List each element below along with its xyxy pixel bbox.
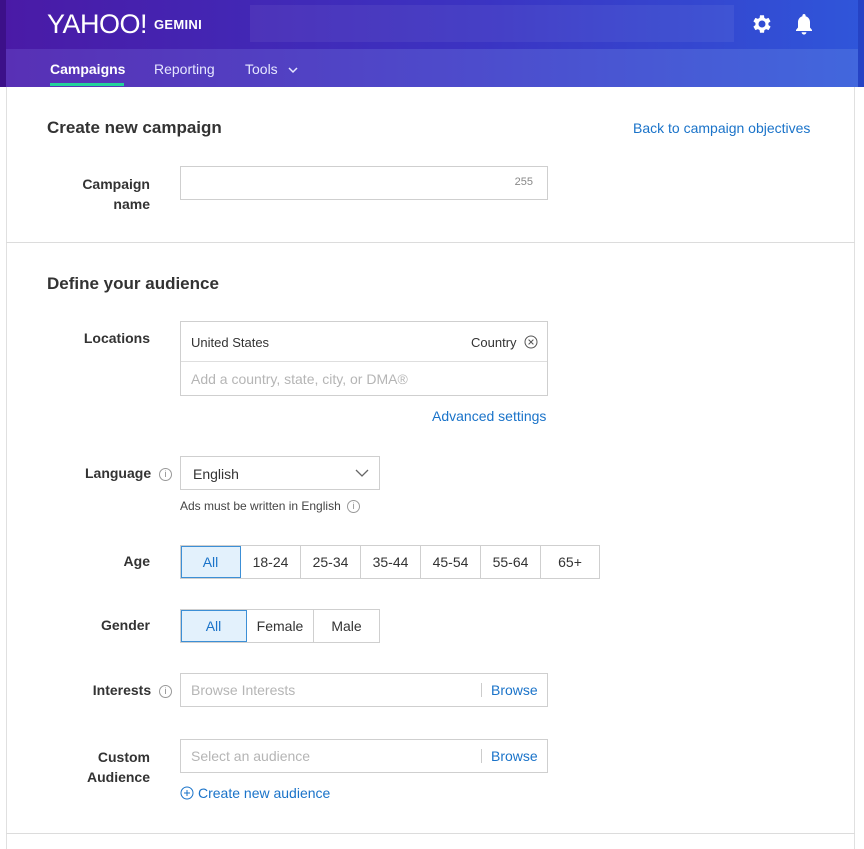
gender-segmented-control: All Female Male [180,609,380,643]
info-icon[interactable]: i [347,500,361,513]
chevron-down-icon [288,67,298,74]
interests-browse-button[interactable]: Browse [491,682,538,698]
interests-label-group: Interests i [60,682,172,698]
nav-reporting[interactable]: Reporting [154,61,215,77]
header-right-edge [858,0,864,87]
locations-box: United States Country Add a country, sta… [180,321,548,396]
nav-tools[interactable]: Tools [245,61,298,77]
age-option-35-44[interactable]: 35-44 [361,546,421,578]
section-title-create-campaign: Create new campaign [47,118,222,137]
sub-navigation: Campaigns Reporting Tools [6,49,858,87]
interests-input[interactable]: Browse Interests Browse [180,673,548,707]
custom-audience-input[interactable]: Select an audience Browse [180,739,548,773]
bell-icon[interactable] [791,11,817,37]
custom-audience-label-line2: Audience [86,769,150,785]
gender-label: Gender [100,617,150,633]
age-option-65-plus[interactable]: 65+ [541,546,599,578]
info-icon[interactable]: i [159,685,172,698]
custom-audience-placeholder: Select an audience [191,748,311,764]
campaign-name-char-counter: 255 [514,176,533,188]
gender-option-male[interactable]: Male [314,610,379,642]
age-option-55-64[interactable]: 55-64 [481,546,541,578]
active-tab-indicator [50,83,124,86]
location-selected-type: Country [471,335,517,350]
top-header: YAHOO! GEMINI Campaigns Reporting Tools [0,0,864,87]
remove-location-icon[interactable] [524,335,538,354]
locations-label: Locations [83,330,150,346]
section-title-define-audience: Define your audience [47,274,219,293]
info-icon[interactable]: i [159,468,172,481]
language-label-group: Language i [60,465,172,481]
section-divider [6,833,855,834]
yahoo-logo[interactable]: YAHOO! [47,9,148,40]
custom-audience-label-line1: Custom [97,749,150,765]
age-label: Age [123,553,150,569]
create-new-audience-link[interactable]: Create new audience [180,785,330,801]
gender-option-female[interactable]: Female [247,610,314,642]
language-note-text: Ads must be written in English [180,499,341,513]
interests-placeholder: Browse Interests [191,682,296,698]
browse-separator [481,683,482,697]
language-note: Ads must be written in English i [180,499,361,513]
plus-circle-icon [180,786,194,800]
age-option-18-24[interactable]: 18-24 [241,546,301,578]
campaign-name-label: Campaign name [60,174,150,214]
location-search-input[interactable]: Add a country, state, city, or DMA® [191,371,408,387]
browse-separator [481,749,482,763]
product-name: GEMINI [154,17,203,32]
create-new-audience-label: Create new audience [198,785,331,801]
gear-icon[interactable] [749,11,775,37]
language-select[interactable]: English [180,456,380,490]
age-option-all[interactable]: All [181,546,241,578]
campaign-name-label-line2: name [113,196,150,212]
nav-tools-label: Tools [245,61,278,77]
custom-audience-label: Custom Audience [60,747,150,787]
language-label: Language [84,465,152,481]
campaign-name-label-line1: Campaign [82,176,150,192]
campaign-name-input[interactable]: 255 [180,166,548,200]
section-divider [6,242,855,243]
location-selected-value: United States [191,335,270,350]
interests-label: Interests [92,682,152,698]
advanced-settings-link[interactable]: Advanced settings [432,408,546,424]
back-to-objectives-link[interactable]: Back to campaign objectives [633,120,810,136]
gender-option-all[interactable]: All [181,610,247,642]
nav-campaigns[interactable]: Campaigns [50,61,125,77]
age-option-25-34[interactable]: 25-34 [301,546,361,578]
locations-inner-divider [181,361,547,362]
age-option-45-54[interactable]: 45-54 [421,546,481,578]
age-segmented-control: All 18-24 25-34 35-44 45-54 55-64 65+ [180,545,600,579]
custom-audience-browse-button[interactable]: Browse [491,748,538,764]
header-search-area[interactable] [250,5,734,42]
language-selected-value: English [193,466,239,482]
chevron-down-icon [355,469,369,477]
